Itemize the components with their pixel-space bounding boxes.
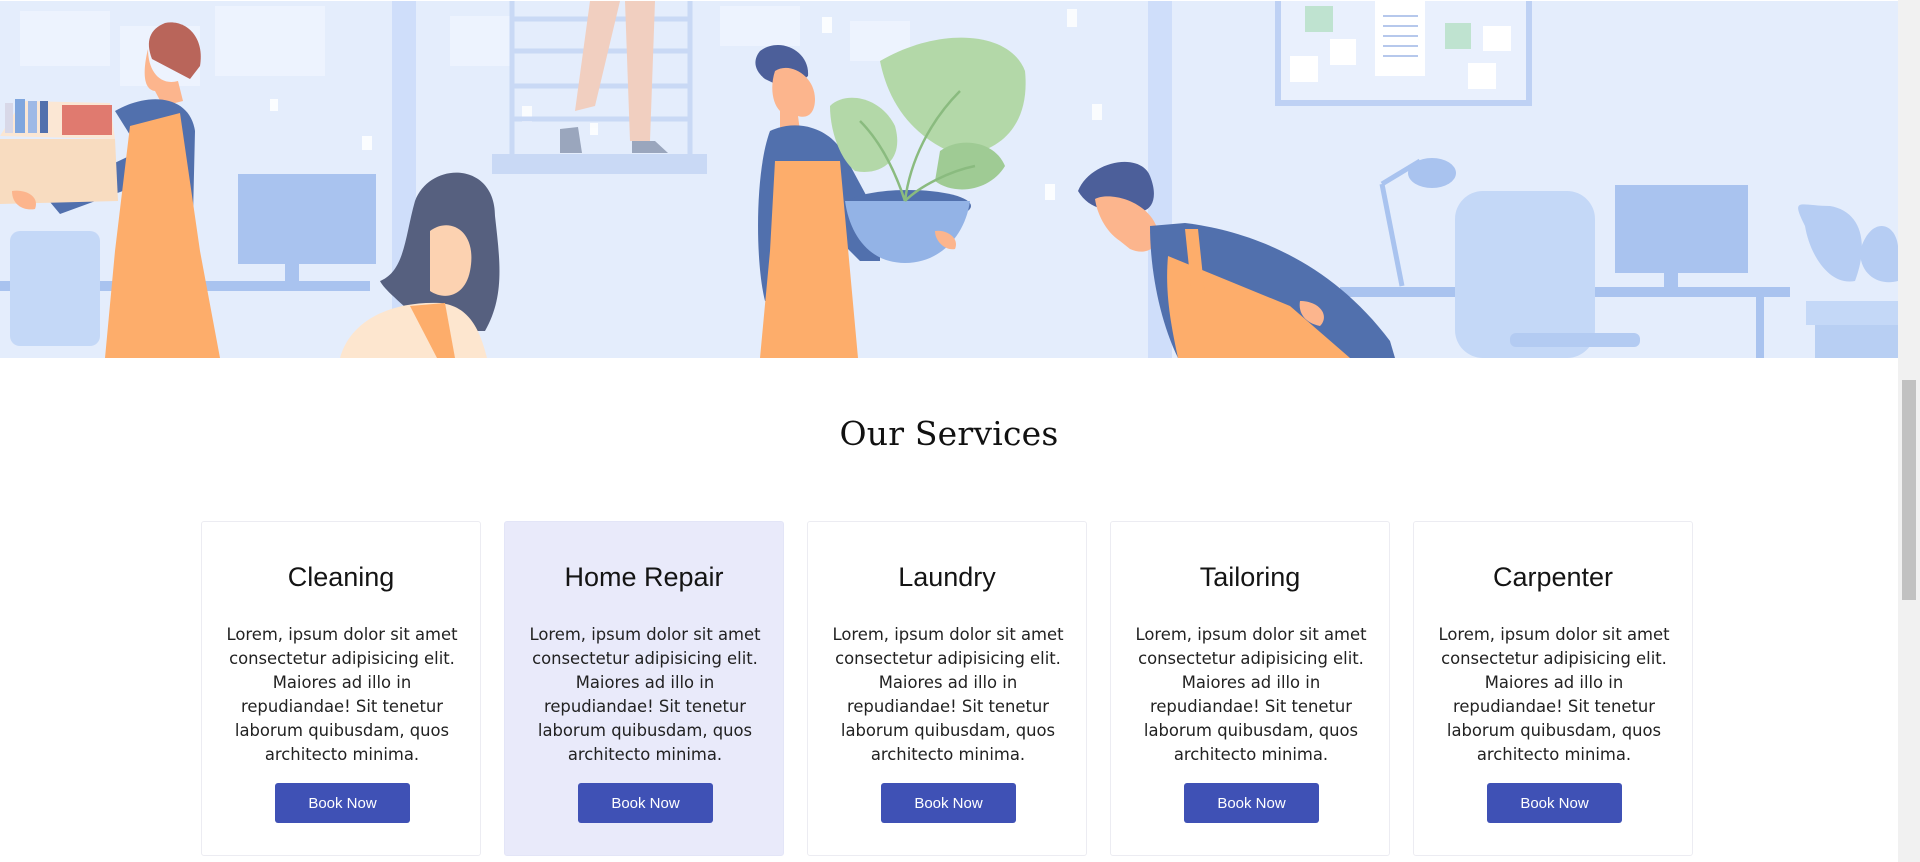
book-now-button[interactable]: Book Now	[881, 783, 1016, 823]
service-card-carpenter: Carpenter Lorem, ipsum dolor sit amet co…	[1413, 521, 1693, 856]
service-card-title: Home Repair	[564, 562, 724, 592]
office-movers-illustration	[0, 1, 1898, 358]
service-card-title: Laundry	[898, 562, 996, 592]
book-now-button[interactable]: Book Now	[578, 783, 713, 823]
service-card-cleaning: Cleaning Lorem, ipsum dolor sit amet con…	[201, 521, 481, 856]
service-card-title: Tailoring	[1199, 562, 1301, 592]
service-card-description: Lorem, ipsum dolor sit amet consectetur …	[529, 625, 761, 764]
service-card-laundry: Laundry Lorem, ipsum dolor sit amet cons…	[807, 521, 1087, 856]
services-title: Our Services	[839, 414, 1059, 453]
service-card-title: Cleaning	[287, 562, 395, 592]
scrollbar-thumb[interactable]	[1902, 380, 1916, 600]
hero-illustration	[0, 1, 1898, 358]
service-card-home-repair: Home Repair Lorem, ipsum dolor sit amet …	[504, 521, 784, 856]
book-now-button[interactable]: Book Now	[1184, 783, 1319, 823]
service-card-description: Lorem, ipsum dolor sit amet consectetur …	[1438, 625, 1670, 764]
book-now-button[interactable]: Book Now	[1487, 783, 1622, 823]
service-card-description: Lorem, ipsum dolor sit amet consectetur …	[1135, 625, 1367, 764]
service-card-description: Lorem, ipsum dolor sit amet consectetur …	[226, 625, 458, 764]
services-card-list: Cleaning Lorem, ipsum dolor sit amet con…	[201, 521, 1693, 856]
page: Our Services Cleaning Lorem, ipsum dolor…	[0, 0, 1898, 862]
service-card-description: Lorem, ipsum dolor sit amet consectetur …	[832, 625, 1064, 764]
book-now-button[interactable]: Book Now	[275, 783, 410, 823]
vertical-scrollbar[interactable]	[1898, 0, 1920, 862]
service-card-tailoring: Tailoring Lorem, ipsum dolor sit amet co…	[1110, 521, 1390, 856]
service-card-title: Carpenter	[1492, 562, 1614, 592]
